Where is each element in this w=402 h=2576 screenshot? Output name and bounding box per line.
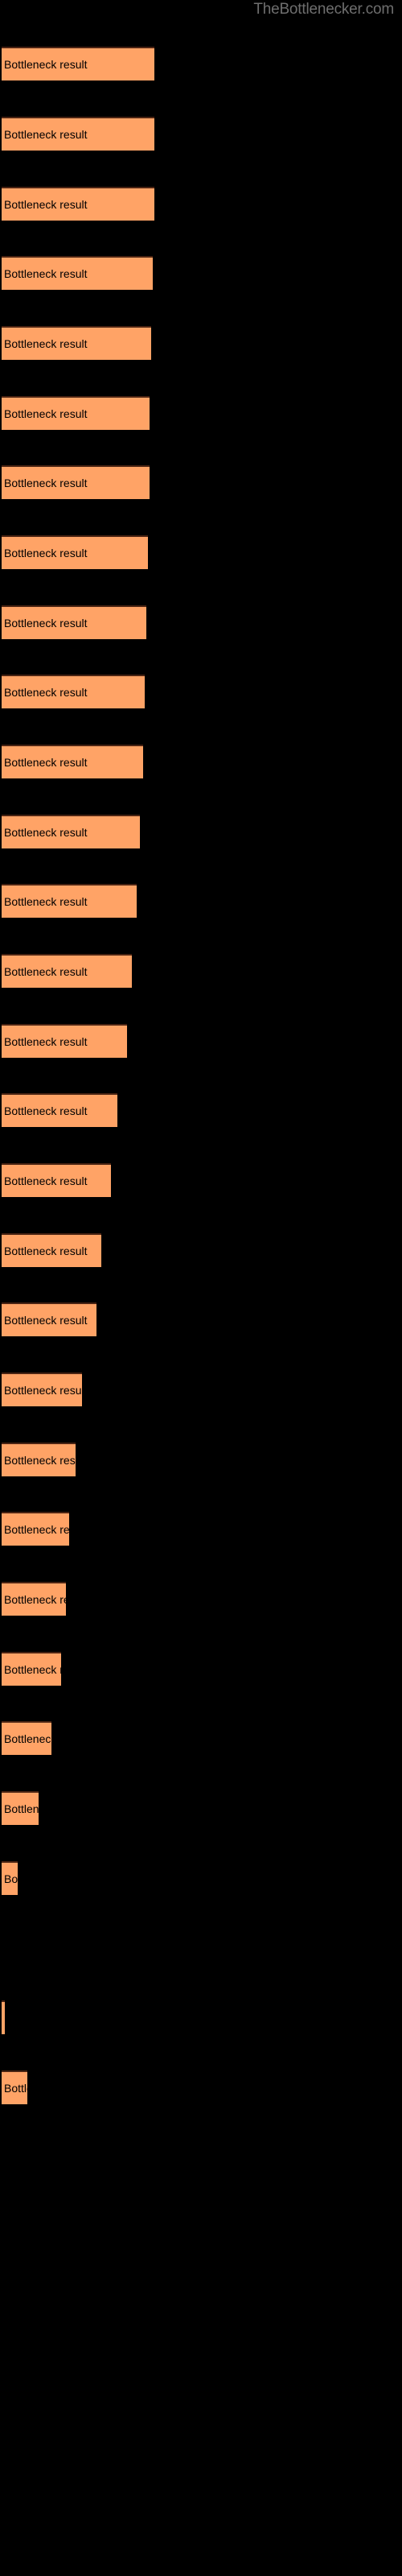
bar-row: Bottleneck result <box>2 745 143 778</box>
bar-label: Bottleneck result <box>4 965 88 978</box>
bottleneck-result-bar[interactable]: Bottleneck result <box>2 1443 76 1476</box>
bottleneck-result-bar[interactable]: Bottleneck result <box>2 2000 5 2034</box>
bar-label: Bottleneck result <box>4 58 88 71</box>
bar-row: Bottleneck result <box>2 2070 27 2104</box>
bottleneck-result-bar[interactable]: Bottleneck result <box>2 47 154 80</box>
bar-row: Bottleneck result <box>2 1512 69 1546</box>
bottleneck-result-bar[interactable]: Bottleneck result <box>2 1512 69 1546</box>
bottleneck-result-bar[interactable]: Bottleneck result <box>2 954 132 988</box>
bar-label: Bottleneck result <box>4 1593 66 1606</box>
bottleneck-result-bar[interactable]: Bottleneck result <box>2 256 153 290</box>
bottleneck-result-bar[interactable]: Bottleneck result <box>2 326 151 360</box>
bar-row: Bottleneck result <box>2 1861 18 1895</box>
bar-row: Bottleneck result <box>2 1233 101 1267</box>
bar-row: Bottleneck result <box>2 1093 117 1127</box>
bottleneck-result-bar[interactable]: Bottleneck result <box>2 1861 18 1895</box>
bar-row: Bottleneck result <box>2 117 154 151</box>
bottleneck-result-bar[interactable]: Bottleneck result <box>2 1652 61 1686</box>
bottleneck-result-bar[interactable]: Bottleneck result <box>2 605 146 639</box>
bottleneck-result-bar[interactable]: Bottleneck result <box>2 1163 111 1197</box>
bar-label: Bottleneck result <box>4 407 88 420</box>
bar-label: Bottleneck result <box>4 826 88 839</box>
bar-row: Bottleneck result <box>2 954 132 988</box>
bar-label: Bottleneck result <box>4 1174 88 1187</box>
bar-label: Bottleneck result <box>4 1523 69 1536</box>
bar-row: Bottleneck result <box>2 47 154 80</box>
bar-label: Bottleneck result <box>4 2082 27 2095</box>
bottleneck-result-bar[interactable]: Bottleneck result <box>2 1302 96 1336</box>
bottleneck-result-bar[interactable]: Bottleneck result <box>2 465 150 499</box>
bottleneck-result-bar[interactable]: Bottleneck result <box>2 535 148 569</box>
bar-label: Bottleneck result <box>4 2012 5 2025</box>
bar-row: Bottleneck result <box>2 256 153 290</box>
bar-row: Bottleneck result <box>2 1652 61 1686</box>
bottleneck-result-bar[interactable]: Bottleneck result <box>2 117 154 151</box>
bar-row: Bottleneck result <box>2 187 154 221</box>
bar-row: Bottleneck result <box>2 1443 76 1476</box>
bottleneck-result-bar[interactable]: Bottleneck result <box>2 2070 27 2104</box>
bar-row: Bottleneck result <box>2 815 140 848</box>
bottleneck-bar-chart: Bottleneck result Bottleneck result Bottle… <box>0 0 402 2576</box>
bottleneck-result-bar[interactable]: Bottleneck result <box>2 815 140 848</box>
bar-row: Bottleneck result <box>2 1163 111 1197</box>
bar-row: Bottleneck result <box>2 326 151 360</box>
bar-row: Bottleneck result <box>2 675 145 708</box>
bar-row: Bottleneck result <box>2 535 148 569</box>
bar-label: Bottleneck result <box>4 1454 76 1467</box>
bar-row: Bottleneck result <box>2 2000 5 2034</box>
bar-label: Bottleneck result <box>4 686 88 699</box>
bar-row: Bottleneck result <box>2 605 146 639</box>
bottleneck-result-bar[interactable]: Bottleneck result <box>2 1024 127 1058</box>
bar-label: Bottleneck result <box>4 128 88 141</box>
bar-label: Bottleneck result <box>4 547 88 559</box>
bar-row: Bottleneck result <box>2 1791 39 1825</box>
bottleneck-result-bar[interactable]: Bottleneck result <box>2 1093 117 1127</box>
bar-label: Bottleneck result <box>4 1872 18 1885</box>
bottleneck-result-bar[interactable]: Bottleneck result <box>2 675 145 708</box>
bar-label: Bottleneck result <box>4 1314 88 1327</box>
bar-label: Bottleneck result <box>4 477 88 489</box>
bar-label: Bottleneck result <box>4 1104 88 1117</box>
bar-label: Bottleneck result <box>4 1245 88 1257</box>
bottleneck-result-bar[interactable]: Bottleneck result <box>2 1582 66 1616</box>
bottleneck-result-bar[interactable]: Bottleneck result <box>2 884 137 918</box>
bar-label: Bottleneck result <box>4 1802 39 1815</box>
bar-label: Bottleneck result <box>4 1732 51 1745</box>
bar-row: Bottleneck result <box>2 396 150 430</box>
bar-label: Bottleneck result <box>4 617 88 630</box>
bottleneck-result-bar[interactable]: Bottleneck result <box>2 1233 101 1267</box>
bar-row: Bottleneck result <box>2 1582 66 1616</box>
bottleneck-result-bar[interactable]: Bottleneck result <box>2 1791 39 1825</box>
bar-row: Bottleneck result <box>2 884 137 918</box>
bottleneck-result-bar[interactable]: Bottleneck result <box>2 1373 82 1406</box>
bar-label: Bottleneck result <box>4 756 88 769</box>
bar-label: Bottleneck result <box>4 1663 61 1676</box>
bar-label: Bottleneck result <box>4 337 88 350</box>
bar-row: Bottleneck result <box>2 1302 96 1336</box>
bottleneck-result-bar[interactable]: Bottleneck result <box>2 187 154 221</box>
bottleneck-result-bar[interactable]: Bottleneck result <box>2 1721 51 1755</box>
bar-label: Bottleneck result <box>4 198 88 211</box>
bar-row: Bottleneck result <box>2 1024 127 1058</box>
bottleneck-result-bar[interactable]: Bottleneck result <box>2 396 150 430</box>
bar-label: Bottleneck result <box>4 895 88 908</box>
bar-row: Bottleneck result <box>2 1373 82 1406</box>
bar-label: Bottleneck result <box>4 1035 88 1048</box>
bar-row: Bottleneck result <box>2 1721 51 1755</box>
bar-row: Bottleneck result <box>2 465 150 499</box>
bottleneck-result-bar[interactable]: Bottleneck result <box>2 745 143 778</box>
bar-label: Bottleneck result <box>4 267 88 280</box>
bar-label: Bottleneck result <box>4 1384 82 1397</box>
